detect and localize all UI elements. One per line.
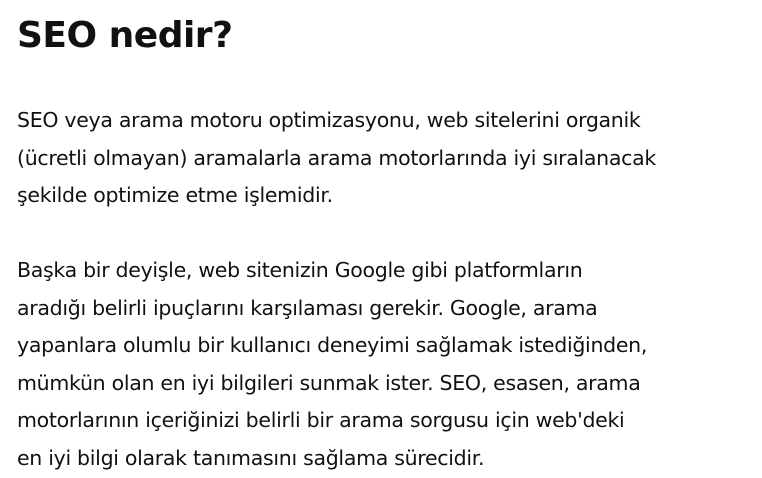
paragraph-line: motorlarının içeriğinizi belirli bir ara… bbox=[17, 408, 625, 433]
paragraph-line: şekilde optimize etme işlemidir. bbox=[17, 183, 333, 208]
paragraph-line: en iyi bilgi olarak tanımasını sağlama s… bbox=[17, 445, 485, 470]
paragraph-line: yapanlara olumlu bir kullanıcı deneyimi … bbox=[17, 333, 648, 358]
article: SEO nedir? SEO veya arama motoru optimiz… bbox=[17, 0, 752, 470]
paragraph-explanation: Başka bir deyişle, web sitenizin Google … bbox=[17, 252, 647, 478]
paragraph-line: (ücretli olmayan) aramalarla arama motor… bbox=[17, 145, 656, 170]
paragraph-line: aradığı belirli ipuçlarını karşılaması g… bbox=[17, 295, 598, 320]
page-title: SEO nedir? bbox=[17, 15, 233, 56]
paragraph-line: SEO veya arama motoru optimizasyonu, web… bbox=[17, 108, 641, 132]
paragraph-definition: SEO veya arama motoru optimizasyonu, web… bbox=[17, 102, 656, 215]
paragraph-line: mümkün olan en iyi bilgileri sunmak iste… bbox=[17, 370, 641, 395]
paragraph-line: Başka bir deyişle, web sitenizin Google … bbox=[17, 258, 583, 282]
